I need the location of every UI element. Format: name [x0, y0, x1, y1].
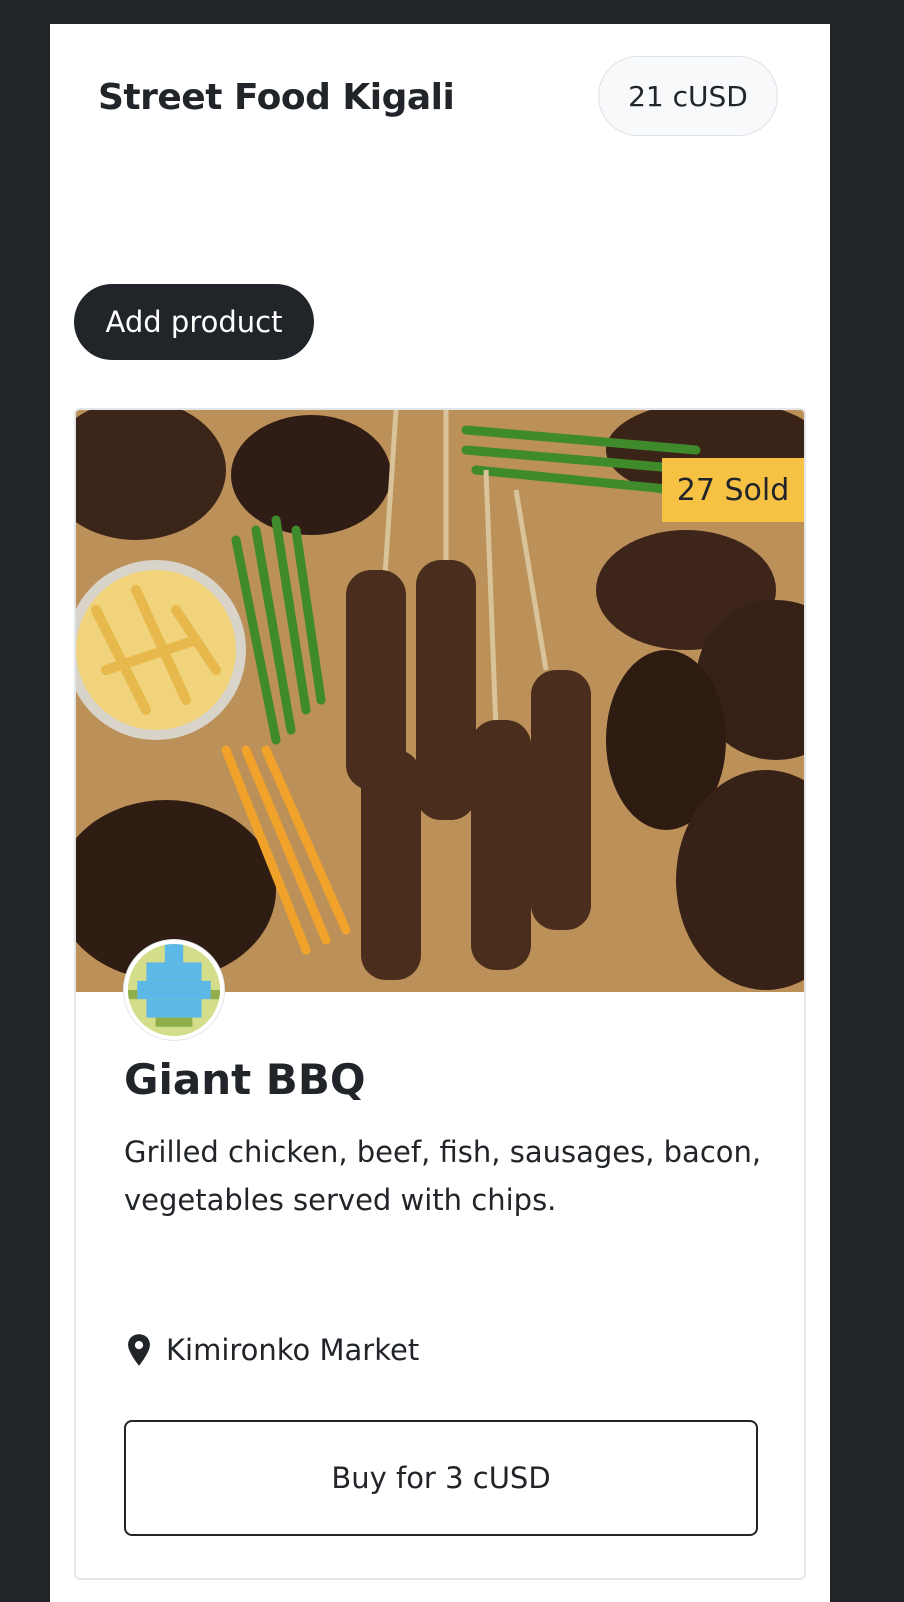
map-pin-icon	[128, 1334, 150, 1366]
app-container: Street Food Kigali 21 cUSD Add product 2…	[50, 24, 830, 1602]
add-product-button[interactable]: Add product	[74, 284, 314, 360]
brand-title[interactable]: Street Food Kigali	[98, 73, 455, 123]
product-name: Giant BBQ	[124, 1055, 366, 1104]
identicon-avatar-icon	[128, 944, 220, 1036]
product-card: 27 Sold Giant BBQ Grilled chicken, beef,…	[74, 408, 806, 1580]
wallet-balance-badge: 21 cUSD	[598, 56, 778, 136]
sold-count-badge: 27 Sold	[662, 458, 804, 522]
buy-button[interactable]: Buy for 3 cUSD	[124, 1420, 758, 1536]
seller-avatar[interactable]	[124, 940, 224, 1040]
product-location: Kimironko Market	[124, 1326, 419, 1374]
product-description: Grilled chicken, beef, fish, sausages, b…	[124, 1135, 762, 1217]
location-label: Kimironko Market	[166, 1333, 420, 1367]
